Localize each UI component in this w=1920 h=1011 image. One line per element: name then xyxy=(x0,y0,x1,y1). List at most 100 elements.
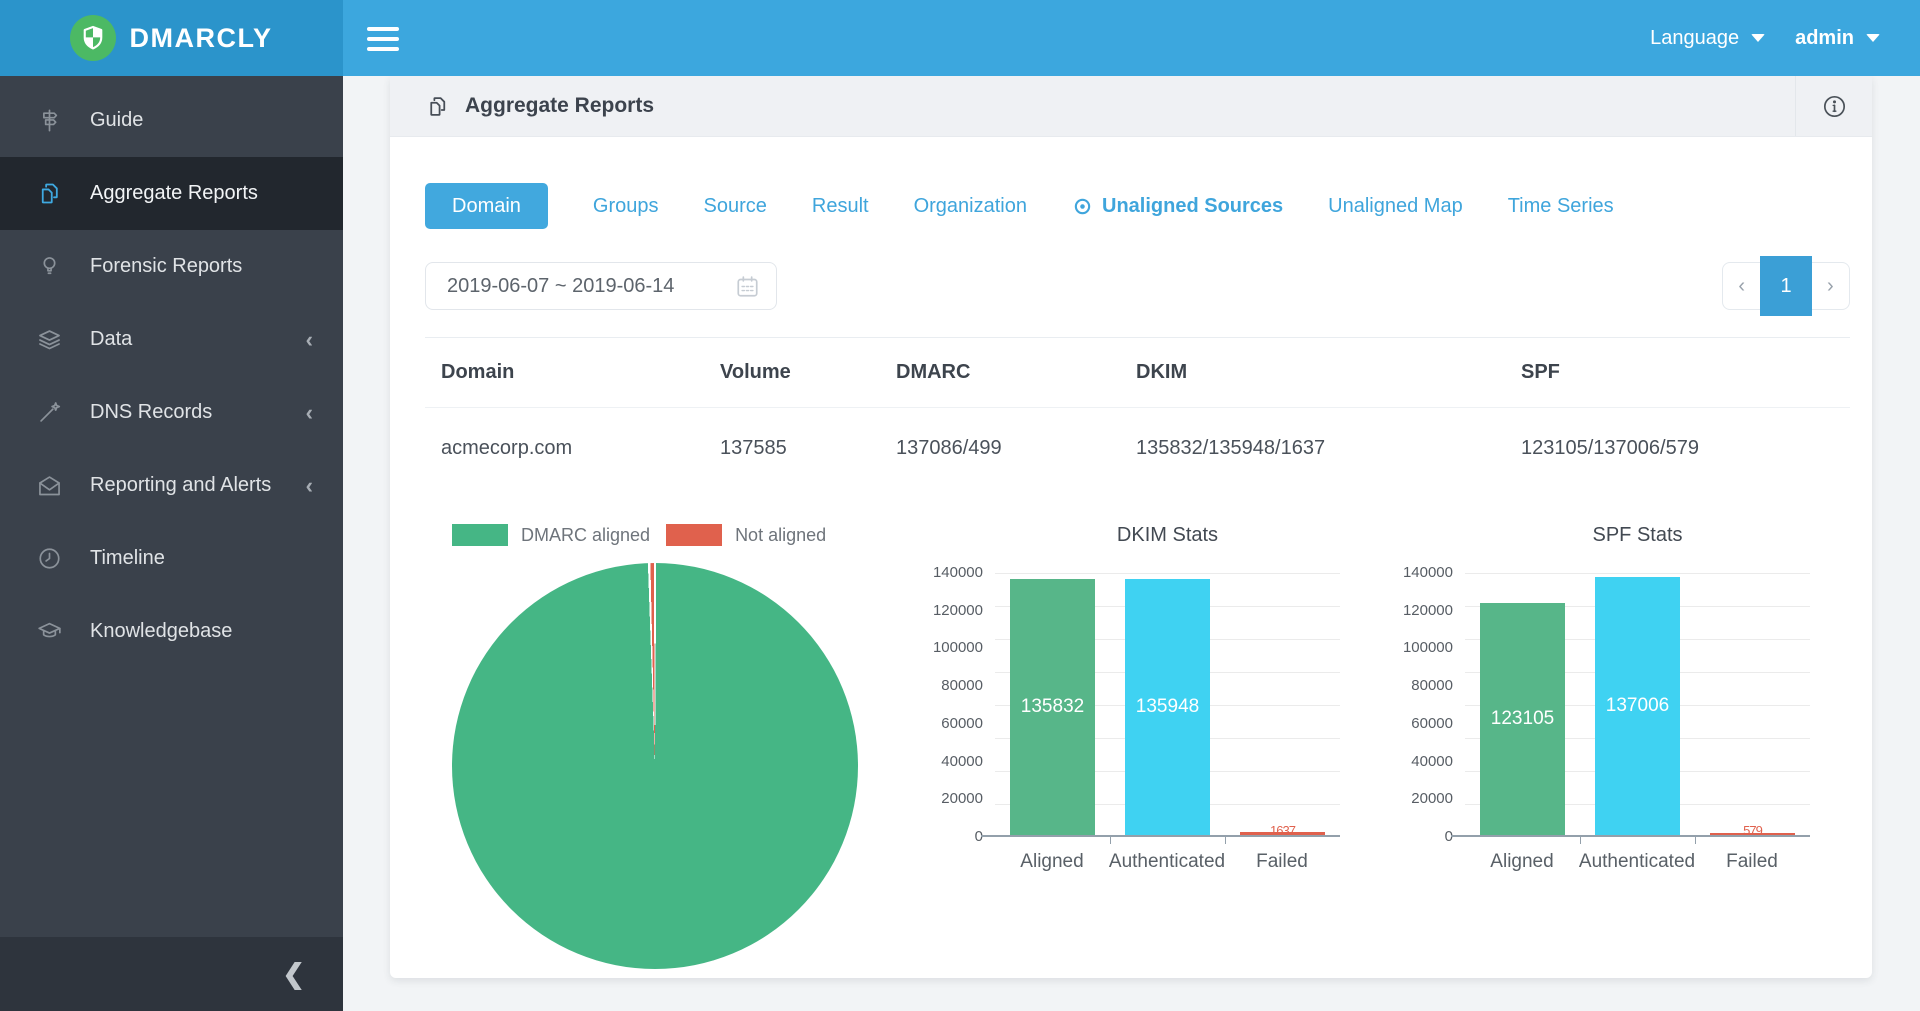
sidebar-item-label: Knowledgebase xyxy=(90,620,232,643)
sidebar-item-label: Forensic Reports xyxy=(90,255,242,278)
magic-wand-icon xyxy=(36,399,63,426)
tab-groups[interactable]: Groups xyxy=(593,195,659,218)
bar-value-label: 135948 xyxy=(1136,696,1199,718)
open-mail-icon xyxy=(36,472,63,499)
shield-logo-icon xyxy=(70,15,116,61)
bar-value-label: 137006 xyxy=(1606,695,1669,717)
plot-area: 135832 135948 1637 xyxy=(995,573,1340,837)
sidebar-footer: ❮ xyxy=(0,937,343,1011)
copy-pages-icon xyxy=(36,180,63,207)
cell-dmarc: 137086/499 xyxy=(896,437,1136,460)
aggregate-reports-card: Aggregate Reports Domain Groups Source R… xyxy=(390,76,1872,978)
sidebar-item-label: Guide xyxy=(90,109,143,132)
cell-dkim: 135832/135948/1637 xyxy=(1136,437,1521,460)
username-label: admin xyxy=(1795,27,1854,50)
x-label-failed: Failed xyxy=(1197,851,1367,873)
tab-unaligned-sources[interactable]: Unaligned Sources xyxy=(1072,195,1283,218)
graduation-cap-icon xyxy=(36,618,63,645)
aggregate-report-table: Domain Volume DMARC DKIM SPF acmecorp.co… xyxy=(425,337,1850,488)
brand-name: DMARCLY xyxy=(129,23,272,54)
bar-authenticated: 137006 xyxy=(1595,577,1680,835)
spf-stats-chart: SPF Stats 140000120000100000800006000040… xyxy=(1375,521,1820,886)
column-header-dmarc: DMARC xyxy=(896,361,1136,384)
bar-failed: 579 xyxy=(1710,833,1795,835)
plot-area: 123105 137006 579 xyxy=(1465,573,1810,837)
bullseye-icon xyxy=(1072,196,1093,217)
chevron-left-icon: ‹ xyxy=(306,475,313,497)
info-circle-icon[interactable] xyxy=(1795,76,1872,136)
tab-time-series[interactable]: Time Series xyxy=(1508,195,1614,218)
prev-page-icon[interactable]: ‹ xyxy=(1723,275,1760,298)
pagination: ‹ 1 › xyxy=(1722,262,1850,310)
sidebar-item-aggregate-reports[interactable]: Aggregate Reports xyxy=(0,157,343,230)
current-page-button[interactable]: 1 xyxy=(1760,256,1811,316)
topbar: DMARCLY Language admin xyxy=(0,0,1920,76)
sidebar-item-label: Aggregate Reports xyxy=(90,182,258,205)
brand-logo[interactable]: DMARCLY xyxy=(0,0,343,76)
bar-aligned: 135832 xyxy=(1010,579,1095,835)
bar-value-label: 1637 xyxy=(1270,823,1295,838)
cell-domain: acmecorp.com xyxy=(441,437,720,460)
sidebar-item-reporting-and-alerts[interactable]: Reporting and Alerts ‹ xyxy=(0,449,343,522)
column-header-domain: Domain xyxy=(441,361,720,384)
sidebar-item-guide[interactable]: Guide xyxy=(0,84,343,157)
chevron-left-icon: ‹ xyxy=(306,329,313,351)
language-label: Language xyxy=(1650,27,1739,50)
sidebar-item-forensic-reports[interactable]: Forensic Reports xyxy=(0,230,343,303)
date-range-value: 2019-06-07 ~ 2019-06-14 xyxy=(447,275,674,298)
clock-icon xyxy=(36,545,63,572)
tab-unaligned-map[interactable]: Unaligned Map xyxy=(1328,195,1463,218)
hamburger-menu-icon[interactable] xyxy=(367,27,399,51)
column-header-spf: SPF xyxy=(1521,361,1850,384)
caret-down-icon xyxy=(1751,34,1765,42)
bar-value-label: 135832 xyxy=(1021,696,1084,718)
cell-spf: 123105/137006/579 xyxy=(1521,437,1850,460)
dmarc-alignment-pie-chart xyxy=(452,563,858,969)
bar-aligned: 123105 xyxy=(1480,603,1565,835)
date-range-picker[interactable]: 2019-06-07 ~ 2019-06-14 xyxy=(425,262,777,310)
sidebar-item-label: Timeline xyxy=(90,547,165,570)
chart-title: SPF Stats xyxy=(1465,524,1810,547)
chart-title: DKIM Stats xyxy=(995,524,1340,547)
layers-icon xyxy=(36,326,63,353)
dmarc-aligned-swatch xyxy=(452,524,508,546)
table-row[interactable]: acmecorp.com 137585 137086/499 135832/13… xyxy=(425,408,1850,488)
chevron-left-icon: ‹ xyxy=(306,402,313,424)
cell-volume: 137585 xyxy=(720,437,896,460)
copy-pages-icon xyxy=(425,94,450,119)
next-page-icon[interactable]: › xyxy=(1812,275,1849,298)
y-axis: 140000120000100000800006000040000200000 xyxy=(1375,573,1453,837)
table-header-row: Domain Volume DMARC DKIM SPF xyxy=(425,337,1850,408)
x-label-failed: Failed xyxy=(1667,851,1837,873)
not-aligned-swatch xyxy=(666,524,722,546)
language-dropdown[interactable]: Language xyxy=(1650,27,1765,50)
tab-source[interactable]: Source xyxy=(704,195,767,218)
bar-value-label: 579 xyxy=(1743,823,1762,838)
sidebar-item-data[interactable]: Data ‹ xyxy=(0,303,343,376)
tab-result[interactable]: Result xyxy=(812,195,869,218)
collapse-sidebar-icon[interactable]: ❮ xyxy=(282,959,305,990)
dkim-stats-chart: DKIM Stats 14000012000010000080000600004… xyxy=(905,521,1350,886)
bar-value-label: 123105 xyxy=(1491,708,1554,730)
lightbulb-icon xyxy=(36,253,63,280)
card-header: Aggregate Reports xyxy=(390,76,1872,137)
bar-failed: 1637 xyxy=(1240,832,1325,835)
tab-domain[interactable]: Domain xyxy=(425,183,548,229)
sidebar: Guide Aggregate Reports Forensic Reports… xyxy=(0,76,343,1011)
sidebar-item-label: Reporting and Alerts xyxy=(90,474,271,497)
pie-legend: DMARC aligned Not aligned xyxy=(452,524,826,546)
legend-label-aligned: DMARC aligned xyxy=(521,525,650,546)
report-tabs: Domain Groups Source Result Organization… xyxy=(425,183,1614,229)
user-menu-dropdown[interactable]: admin xyxy=(1795,27,1880,50)
column-header-dkim: DKIM xyxy=(1136,361,1521,384)
bar-authenticated: 135948 xyxy=(1125,579,1210,835)
y-axis: 140000120000100000800006000040000200000 xyxy=(905,573,983,837)
column-header-volume: Volume xyxy=(720,361,896,384)
sidebar-item-knowledgebase[interactable]: Knowledgebase xyxy=(0,595,343,668)
tab-organization[interactable]: Organization xyxy=(914,195,1027,218)
sidebar-item-timeline[interactable]: Timeline xyxy=(0,522,343,595)
caret-down-icon xyxy=(1866,34,1880,42)
legend-label-not-aligned: Not aligned xyxy=(735,525,826,546)
sidebar-item-dns-records[interactable]: DNS Records ‹ xyxy=(0,376,343,449)
calendar-icon xyxy=(734,273,761,300)
